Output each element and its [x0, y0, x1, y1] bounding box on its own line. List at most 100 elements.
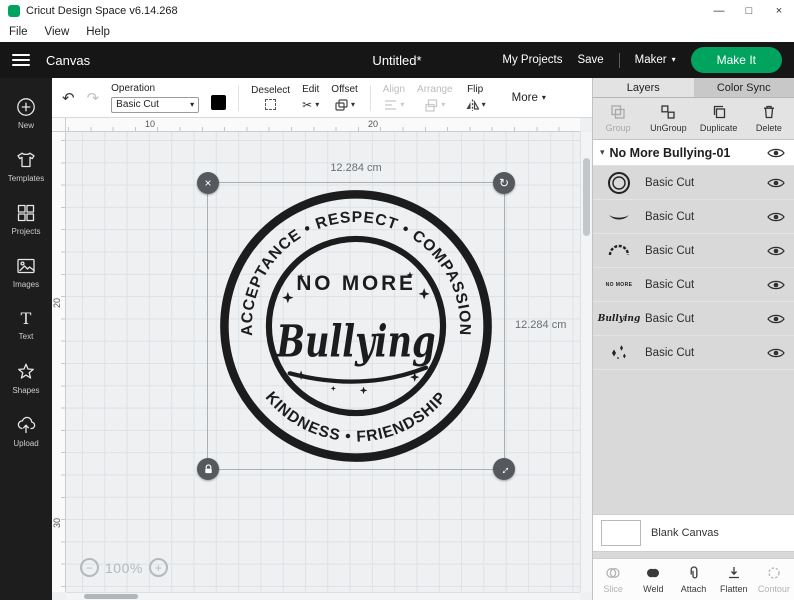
make-it-button[interactable]: Make It [691, 47, 782, 73]
flip-button[interactable]: Flip ▾ [465, 84, 486, 112]
group-label: Group [606, 123, 631, 133]
header-actions: My Projects Save Maker ▾ Make It [502, 47, 782, 73]
layer-row[interactable]: Basic Cut [593, 234, 794, 268]
zoom-out-button[interactable]: − [80, 558, 99, 577]
minimize-button[interactable]: — [704, 0, 734, 22]
layer-row[interactable]: Basic Cut [593, 336, 794, 370]
visibility-eye-icon[interactable] [767, 177, 785, 189]
vertical-scrollbar-thumb[interactable] [583, 158, 590, 236]
close-icon: × [204, 176, 211, 190]
offset-label: Offset [331, 84, 358, 95]
sidebar-item-text[interactable]: T Text [0, 298, 52, 351]
slice-button[interactable]: Slice [593, 565, 633, 594]
visibility-eye-icon[interactable] [767, 147, 785, 159]
chevron-down-icon: ▾ [351, 101, 355, 109]
zoom-in-button[interactable]: + [149, 558, 168, 577]
duplicate-button[interactable]: Duplicate [694, 104, 744, 133]
hamburger-menu-icon[interactable] [12, 54, 30, 66]
canvas-area[interactable]: 10 20 20 30 12.284 cm 12.284 cm ACCEPTAN… [52, 118, 592, 600]
attach-button[interactable]: Attach [673, 565, 713, 594]
design-no-more-bullying[interactable]: ACCEPTANCE • RESPECT • COMPASSION KINDNE… [209, 184, 503, 468]
blank-canvas-row[interactable]: Blank Canvas [593, 514, 794, 552]
machine-select[interactable]: Maker ▾ [635, 54, 676, 66]
sidebar-item-label: Images [13, 280, 39, 289]
sidebar-item-new[interactable]: New [0, 86, 52, 139]
weld-button[interactable]: Weld [633, 565, 673, 594]
chevron-down-icon: ▾ [672, 56, 676, 64]
projects-grid-icon [15, 202, 37, 224]
blank-canvas-swatch[interactable] [601, 520, 641, 546]
flip-icon [465, 98, 479, 112]
toolbar-divider [238, 85, 239, 111]
visibility-eye-icon[interactable] [767, 211, 785, 223]
tab-layers[interactable]: Layers [593, 78, 694, 98]
redo-button[interactable]: ↷ [87, 89, 100, 107]
color-swatch[interactable] [211, 95, 226, 110]
offset-button[interactable]: Offset ▾ [331, 84, 358, 112]
selection-box[interactable]: ACCEPTANCE • RESPECT • COMPASSION KINDNE… [207, 182, 505, 470]
horizontal-scrollbar-thumb[interactable] [84, 594, 138, 599]
group-button[interactable]: Group [593, 104, 643, 133]
edit-toolbar: ↶ ↷ Operation Basic Cut ▾ Deselect Edit … [52, 78, 592, 118]
more-button[interactable]: More ▾ [512, 92, 546, 104]
sidebar-item-projects[interactable]: Projects [0, 192, 52, 245]
visibility-eye-icon[interactable] [767, 279, 785, 291]
selection-height-label: 12.284 cm [515, 319, 566, 331]
layer-row[interactable]: NO MORE Basic Cut [593, 268, 794, 302]
align-button[interactable]: Align ▾ [383, 84, 405, 112]
flatten-label: Flatten [720, 584, 748, 594]
visibility-eye-icon[interactable] [767, 313, 785, 325]
layer-row[interactable]: Basic Cut [593, 166, 794, 200]
lock-handle[interactable] [197, 458, 219, 480]
rotate-handle[interactable]: ↻ [493, 172, 515, 194]
maximize-button[interactable]: □ [734, 0, 764, 22]
chevron-down-icon: ▾ [600, 147, 605, 158]
layer-thumbnail-swoosh [599, 204, 639, 230]
ungroup-button[interactable]: UnGroup [643, 104, 693, 133]
save-link[interactable]: Save [577, 54, 603, 66]
weld-icon [645, 565, 661, 581]
layer-label: Basic Cut [645, 245, 761, 257]
layer-group-title: No More Bullying-01 [610, 146, 762, 160]
layer-label: Basic Cut [645, 211, 761, 223]
panel-tabs: Layers Color Sync [593, 78, 794, 98]
tab-color-sync[interactable]: Color Sync [694, 78, 794, 98]
layer-row[interactable]: Basic Cut [593, 200, 794, 234]
resize-handle[interactable]: ↔ [493, 458, 515, 480]
text-T-icon: T [21, 309, 32, 329]
document-title[interactable]: Untitled* [372, 53, 421, 68]
menu-help[interactable]: Help [86, 26, 110, 38]
chevron-down-icon: ▾ [400, 101, 404, 109]
deselect-button[interactable]: Deselect [251, 85, 290, 110]
delete-button[interactable]: Delete [744, 104, 794, 133]
flatten-button[interactable]: Flatten [714, 565, 754, 594]
edit-button[interactable]: Edit ✂▾ [302, 84, 319, 112]
sidebar-item-label: Templates [8, 174, 44, 183]
delete-handle[interactable]: × [197, 172, 219, 194]
slice-icon [605, 565, 621, 581]
sidebar-item-templates[interactable]: Templates [0, 139, 52, 192]
visibility-eye-icon[interactable] [767, 347, 785, 359]
operation-select[interactable]: Basic Cut ▾ [111, 97, 199, 113]
menu-file[interactable]: File [9, 26, 28, 38]
layer-thumbnail-bullying: Bullying [599, 306, 639, 332]
sidebar-item-upload[interactable]: Upload [0, 404, 52, 457]
layer-row[interactable]: Bullying Basic Cut [593, 302, 794, 336]
close-button[interactable]: × [764, 0, 794, 22]
ungroup-label: UnGroup [650, 123, 687, 133]
arrange-button[interactable]: Arrange ▾ [417, 84, 453, 112]
contour-button[interactable]: Contour [754, 565, 794, 594]
vertical-scrollbar[interactable] [580, 132, 592, 592]
menu-view[interactable]: View [45, 26, 70, 38]
layer-group-header[interactable]: ▾ No More Bullying-01 [593, 140, 794, 166]
my-projects-link[interactable]: My Projects [502, 54, 562, 66]
sidebar-item-shapes[interactable]: Shapes [0, 351, 52, 404]
visibility-eye-icon[interactable] [767, 245, 785, 257]
horizontal-scrollbar[interactable] [66, 592, 580, 600]
sidebar-item-label: Projects [12, 227, 41, 236]
undo-button[interactable]: ↶ [62, 89, 75, 107]
sidebar-item-images[interactable]: Images [0, 245, 52, 298]
layers-panel: Layers Color Sync Group UnGroup Duplicat… [592, 78, 794, 600]
chevron-down-icon: ▾ [542, 94, 546, 102]
ruler-horizontal: 10 20 [52, 118, 580, 132]
